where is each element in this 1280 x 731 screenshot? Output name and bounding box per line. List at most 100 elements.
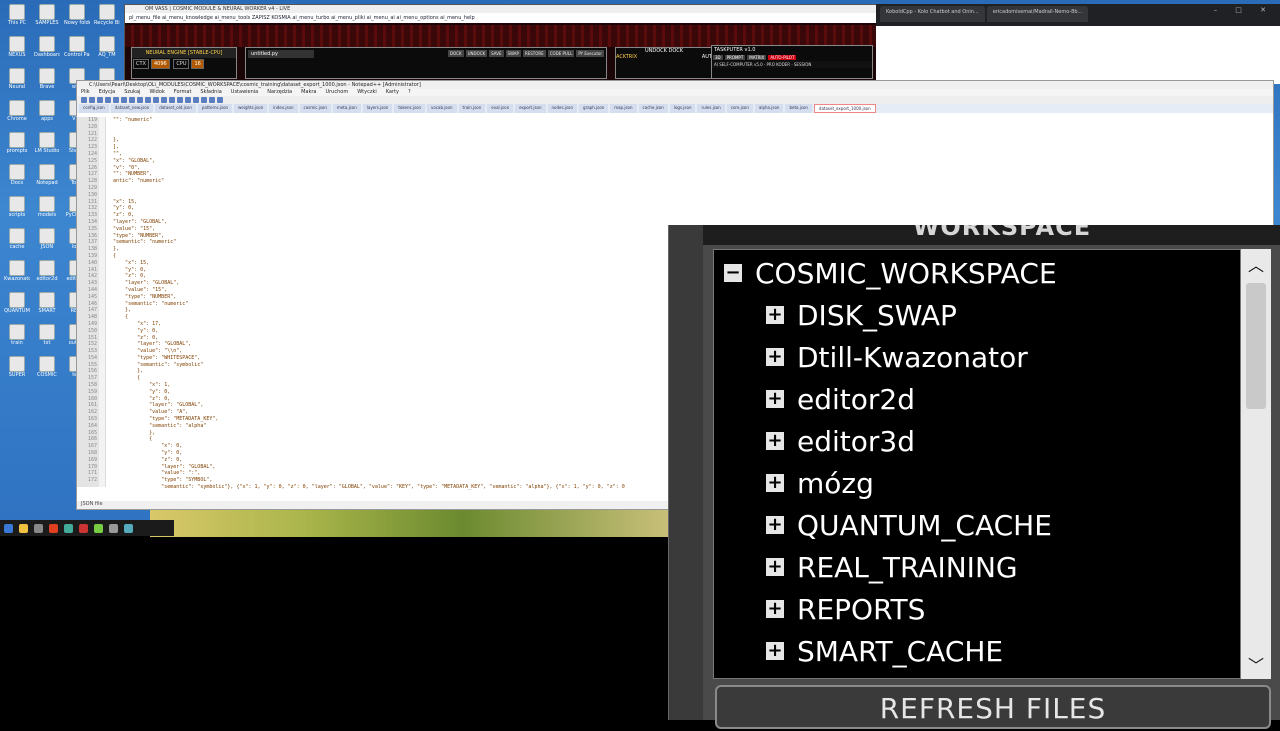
menu-item[interactable]: Uruchom xyxy=(325,89,348,95)
desktop-icon[interactable]: models xyxy=(34,196,60,224)
desktop-icon[interactable]: Docs xyxy=(4,164,30,192)
tree-scrollbar[interactable]: ︿ ﹀ xyxy=(1241,249,1271,679)
menu-item[interactable]: Plik xyxy=(81,89,90,95)
zoom-out-icon[interactable] xyxy=(193,97,199,103)
notepad-icon[interactable] xyxy=(94,523,103,533)
desktop-icon[interactable]: Dashboard xyxy=(34,36,60,64)
file-tab[interactable]: dataset_export_1000.json xyxy=(813,104,876,113)
desktop-icon[interactable]: SAMPLES xyxy=(34,4,60,32)
macro-play-icon[interactable] xyxy=(217,97,223,103)
acktrix-toggle[interactable]: ACKTRIX xyxy=(616,54,637,60)
new-file-icon[interactable] xyxy=(81,97,87,103)
file-tab[interactable]: dataset_old.json xyxy=(155,104,196,113)
tree-folder-label[interactable]: mózg xyxy=(797,467,874,500)
desktop-icon[interactable]: Recycle Bin xyxy=(94,4,120,32)
desktop-icon[interactable]: Neural xyxy=(4,68,30,96)
app-icon[interactable] xyxy=(79,523,88,533)
file-tab[interactable]: weights.json xyxy=(234,104,268,113)
file-tab[interactable]: index.json xyxy=(269,104,298,113)
expand-icon[interactable]: + xyxy=(766,558,784,576)
tree-folder-node[interactable]: + QUANTUM_CACHE xyxy=(766,505,1052,545)
terminal-icon[interactable] xyxy=(34,523,43,533)
python-icon[interactable] xyxy=(124,523,133,533)
scroll-up-icon[interactable]: ︿ xyxy=(1241,249,1271,279)
scroll-down-icon[interactable]: ﹀ xyxy=(1241,649,1271,679)
fold-margin[interactable] xyxy=(99,117,106,487)
desktop-icon[interactable]: scripts xyxy=(4,196,30,224)
menu-item[interactable]: Szukaj xyxy=(124,89,140,95)
close-icon[interactable] xyxy=(113,97,119,103)
desktop-icon[interactable]: txt xyxy=(34,324,60,352)
open-file-icon[interactable] xyxy=(89,97,95,103)
tree-folder-node[interactable]: + SMART_CACHE xyxy=(766,631,1003,671)
menu-item[interactable]: Ustawienia xyxy=(231,89,258,95)
file-tab[interactable]: alpha.json xyxy=(754,104,784,113)
replace-icon[interactable] xyxy=(177,97,183,103)
tree-folder-node[interactable]: + Dtill-Kwazonator xyxy=(766,337,1028,377)
desktop-icon[interactable]: SUPER xyxy=(4,356,30,384)
desktop-icon[interactable]: COSMIC xyxy=(34,356,60,384)
undo-icon[interactable] xyxy=(153,97,159,103)
tree-folder-node[interactable]: + REAL_TRAINING xyxy=(766,547,1018,587)
scroll-thumb[interactable] xyxy=(1246,283,1266,409)
desktop-icon[interactable]: JSON xyxy=(34,228,60,256)
browser-tab[interactable]: KoboldCpp - Kolo Chatbot and Onin... xyxy=(880,6,985,22)
file-tab[interactable]: train.json xyxy=(458,104,486,113)
editor-action-button[interactable]: UNDOCK xyxy=(465,50,488,57)
desktop-icon[interactable]: NEXUS xyxy=(4,36,30,64)
tree-folder-label[interactable]: REPORTS xyxy=(797,593,925,626)
tree-folder-node[interactable]: + editor3d xyxy=(766,421,915,461)
taskputer-pill[interactable]: AUTO-PILOT xyxy=(768,55,797,60)
menu-item[interactable]: Widok xyxy=(149,89,164,95)
editor-action-button[interactable]: SAVE xyxy=(489,50,504,57)
file-tab[interactable]: cosmic.json xyxy=(299,104,331,113)
desktop-icon[interactable]: Notepad xyxy=(34,164,60,192)
tree-folder-label[interactable]: SMART_CACHE xyxy=(797,635,1003,668)
zoom-in-icon[interactable] xyxy=(185,97,191,103)
desktop-icon[interactable]: Nowy folder xyxy=(64,4,90,32)
file-tab[interactable]: tokens.json xyxy=(394,104,426,113)
app-menubar[interactable]: pl_menu_file ai_menu_knowledge ai_menu_t… xyxy=(125,13,877,23)
editor-action-button[interactable]: DOCK xyxy=(447,50,464,57)
desktop-icon[interactable]: prompts xyxy=(4,132,30,160)
tree-folder-label[interactable]: REAL_TRAINING xyxy=(797,551,1018,584)
desktop-icon[interactable]: Chrome xyxy=(4,100,30,128)
print-icon[interactable] xyxy=(121,97,127,103)
tree-folder-node[interactable]: + REPORTS xyxy=(766,589,925,629)
expand-icon[interactable]: + xyxy=(766,306,784,324)
taskputer-pill[interactable]: PROMPT xyxy=(724,55,746,60)
file-tab[interactable]: cache.json xyxy=(638,104,668,113)
tree-folder-label[interactable]: QUANTUM_CACHE xyxy=(797,509,1052,542)
menu-item[interactable]: Karty xyxy=(386,89,399,95)
menu-item[interactable]: Format xyxy=(174,89,192,95)
file-tab[interactable]: layers.json xyxy=(362,104,393,113)
expand-icon[interactable]: + xyxy=(766,348,784,366)
ctx-value[interactable]: 4096 xyxy=(150,59,170,69)
tree-folder-label[interactable]: DISK_SWAP xyxy=(797,299,957,332)
settings-icon[interactable] xyxy=(109,523,118,533)
tree-folder-node[interactable]: + DISK_SWAP xyxy=(766,295,957,335)
file-tab[interactable]: nodes.json xyxy=(547,104,578,113)
desktop-icon[interactable]: AQ_TM xyxy=(94,36,120,64)
file-tree[interactable]: − COSMIC_WORKSPACE + DISK_SWAP + Dtill-Kwaz… xyxy=(713,249,1241,679)
file-tab[interactable]: beta.json xyxy=(785,104,812,113)
file-tab[interactable]: rules.json xyxy=(697,104,725,113)
expand-icon[interactable]: + xyxy=(766,516,784,534)
refresh-files-button[interactable]: REFRESH FILES xyxy=(715,685,1271,729)
window-controls[interactable]: – □ ✕ xyxy=(1214,6,1274,14)
expand-icon[interactable]: + xyxy=(766,390,784,408)
editor-filename[interactable]: untitled.py xyxy=(248,50,314,58)
tree-root-label[interactable]: COSMIC_WORKSPACE xyxy=(755,257,1057,290)
save-all-icon[interactable] xyxy=(105,97,111,103)
desktop-icon[interactable]: Kwazonator xyxy=(4,260,30,288)
file-tab[interactable]: patterns.json xyxy=(197,104,233,113)
editor-action-button[interactable]: CODE PULL xyxy=(547,50,575,57)
desktop-icon[interactable]: Control Panel xyxy=(64,36,90,64)
menu-item[interactable]: Narzędzia xyxy=(267,89,292,95)
tree-folder-node[interactable]: + mózg xyxy=(766,463,874,503)
expand-icon[interactable]: + xyxy=(766,600,784,618)
file-tab[interactable]: config.json xyxy=(79,104,109,113)
expand-icon[interactable]: + xyxy=(766,474,784,492)
menu-item[interactable]: Makra xyxy=(301,89,316,95)
taskputer-pill[interactable]: MATRIX xyxy=(747,55,767,60)
